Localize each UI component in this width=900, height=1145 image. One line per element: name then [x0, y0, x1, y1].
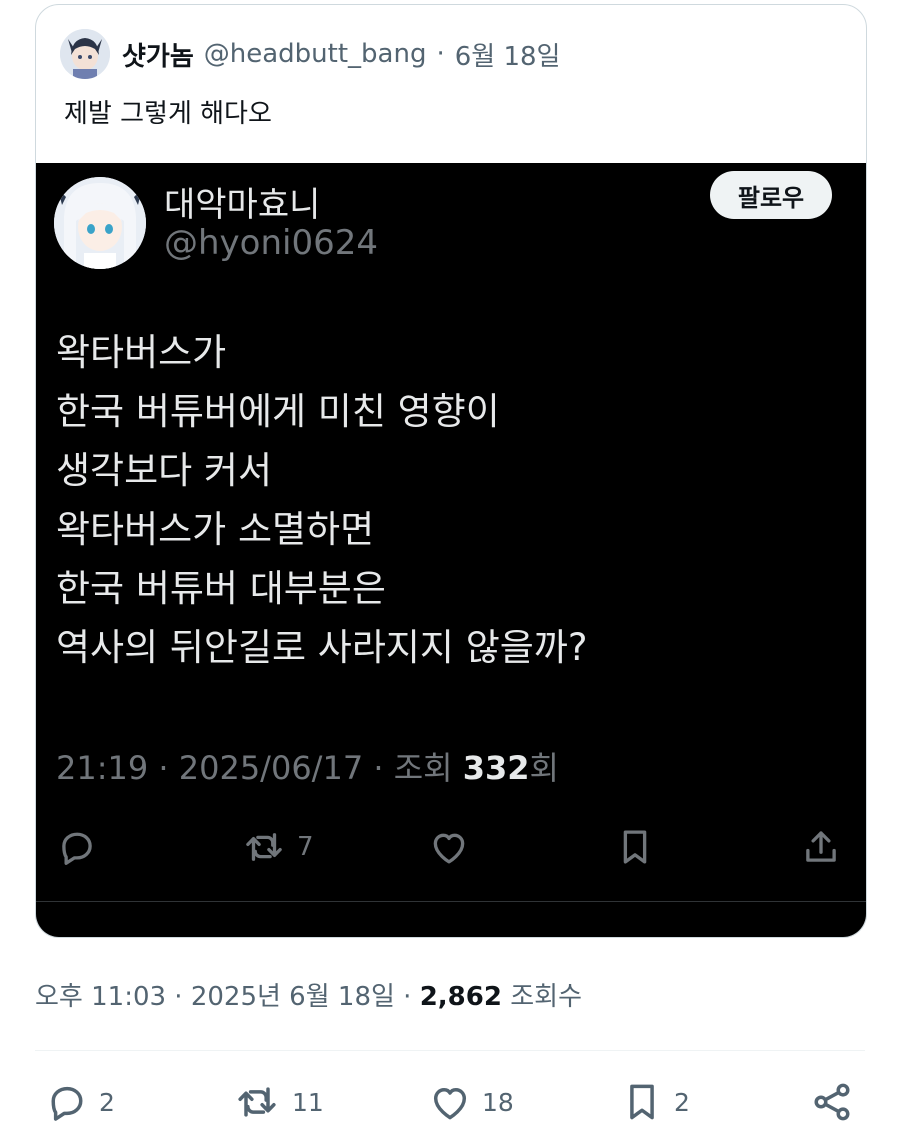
display-name[interactable]: 샷가놈: [122, 36, 194, 73]
screenshot-retweet: 7: [241, 823, 314, 871]
like-count: 18: [482, 1087, 514, 1117]
text-line: 왁타버스가: [56, 331, 227, 374]
share-button[interactable]: [810, 1080, 854, 1124]
user-handle[interactable]: @headbutt_bang: [204, 39, 427, 69]
text-line: 생각보다 커서: [56, 449, 273, 492]
screenshot-bookmark: [614, 823, 656, 871]
meta-time-date: 21:19 · 2025/06/17 · 조회: [56, 749, 463, 787]
screenshot-post-meta: 21:19 · 2025/06/17 · 조회 332회: [56, 743, 559, 789]
quoted-tweet-card[interactable]: 샷가놈 @headbutt_bang · 6월 18일 제발 그렇게 해다오 대…: [35, 4, 867, 938]
text-line: 한국 버튜버 대부분은: [56, 567, 386, 610]
text-line: 왁타버스가 소멸하면: [56, 508, 375, 551]
retweet-icon: [246, 833, 282, 861]
post-date[interactable]: 6월 18일: [455, 36, 561, 73]
time-date-text: 오후 11:03 · 2025년 6월 18일 ·: [35, 982, 420, 1012]
text-line: 역사의 뒤안길로 사라지지 않을까?: [56, 626, 588, 669]
screenshot-action-bar: 7: [36, 823, 866, 871]
screenshot-avatar: [54, 177, 146, 269]
follow-button: 팔로우: [710, 171, 832, 219]
retweet-button[interactable]: 11: [232, 1080, 324, 1124]
bookmark-count: 2: [674, 1087, 690, 1117]
screenshot-handle: @hyoni0624: [164, 223, 378, 263]
tweet-timestamp[interactable]: 오후 11:03 · 2025년 6월 18일 · 2,862 조회수: [35, 976, 582, 1013]
meta-view-count: 332: [462, 749, 530, 787]
heart-icon: [433, 1087, 467, 1120]
view-count-label: 조회수: [501, 982, 582, 1012]
meta-view-suffix: 회: [529, 749, 559, 787]
avatar[interactable]: [60, 29, 110, 79]
screenshot-retweet-count: 7: [297, 832, 314, 862]
attached-screenshot-image[interactable]: 대악마효니 @hyoni0624 팔로우 왁타버스가 한국 버튜버에게 미친 영…: [36, 163, 866, 937]
text-line: 한국 버튜버에게 미친 영향이: [56, 390, 500, 433]
view-count: 2,862: [419, 982, 502, 1012]
divider: [35, 1050, 865, 1051]
screenshot-share: [800, 823, 842, 871]
reply-icon: [62, 832, 92, 865]
retweet-count: 11: [292, 1087, 324, 1117]
heart-icon: [433, 833, 465, 864]
avatar-image: [60, 29, 110, 79]
reply-button[interactable]: 2: [45, 1080, 115, 1124]
screenshot-display-name: 대악마효니: [164, 185, 321, 225]
divider: [36, 901, 866, 902]
like-button[interactable]: 18: [428, 1080, 514, 1124]
screenshot-reply: [56, 823, 98, 871]
avatar-image: [54, 177, 146, 269]
quoted-tweet-header: 샷가놈 @headbutt_bang · 6월 18일: [60, 29, 560, 79]
retweet-icon: [238, 1087, 276, 1117]
screenshot-post-text: 왁타버스가 한국 버튜버에게 미친 영향이 생각보다 커서 왁타버스가 소멸하면…: [56, 323, 587, 677]
separator: ·: [436, 39, 445, 69]
bookmark-icon: [630, 1084, 654, 1120]
reply-count: 2: [99, 1087, 115, 1117]
share-icon: [806, 831, 836, 862]
bookmark-button[interactable]: 2: [620, 1080, 690, 1124]
quoted-tweet-text: 제발 그렇게 해다오: [64, 99, 272, 129]
bookmark-icon: [623, 830, 647, 864]
reply-icon: [51, 1086, 83, 1121]
share-nodes-icon: [814, 1083, 850, 1121]
screenshot-like: [428, 823, 470, 871]
